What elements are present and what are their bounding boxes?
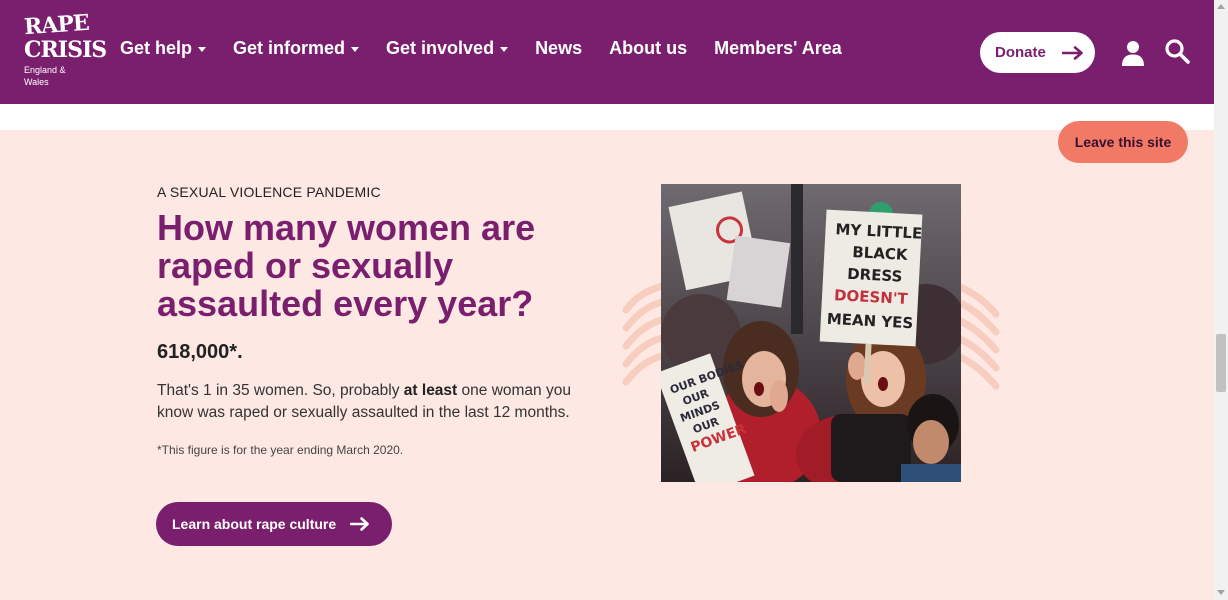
- search-icon[interactable]: [1164, 38, 1190, 64]
- nav-label: Get informed: [233, 38, 346, 58]
- donate-label: Donate: [995, 44, 1046, 61]
- arrow-right-icon: [1061, 45, 1083, 60]
- nav-label: Get involved: [386, 38, 495, 58]
- eyebrow-text: A SEXUAL VIOLENCE PANDEMIC: [157, 184, 381, 200]
- paragraph-text: That's 1 in 35 women. So, probably: [157, 382, 404, 399]
- nav-item-members-area[interactable]: Members' Area: [714, 38, 842, 59]
- nav-item-about-us[interactable]: About us: [609, 38, 687, 59]
- header-spacer: [0, 104, 1214, 130]
- logo-subtitle: England & Wales: [24, 65, 66, 87]
- chevron-down-icon: [500, 47, 509, 52]
- chevron-down-icon: [351, 47, 360, 52]
- arrow-right-icon: [350, 517, 369, 531]
- nav-label: Members' Area: [714, 38, 842, 58]
- nav-item-get-involved[interactable]: Get involved: [386, 38, 509, 59]
- protest-photo-illustration: OUR BODIES OUR MINDS OUR POWER MY LITTLE…: [661, 184, 961, 482]
- page-scrollbar[interactable]: [1214, 0, 1228, 600]
- logo-line-1: RAPE: [23, 9, 90, 41]
- scrollbar-thumb[interactable]: [1216, 334, 1226, 392]
- paragraph-bold: at least: [403, 382, 458, 399]
- scroll-down-arrow-icon[interactable]: [1217, 590, 1225, 595]
- user-account-icon[interactable]: [1121, 40, 1145, 66]
- statistic-value: 618,000*.: [157, 341, 243, 363]
- scroll-up-arrow-icon[interactable]: [1217, 4, 1225, 9]
- nav-label: About us: [609, 38, 688, 58]
- footnote: *This figure is for the year ending Marc…: [157, 443, 404, 457]
- nav-item-get-help[interactable]: Get help: [120, 38, 207, 59]
- nav-item-news[interactable]: News: [535, 38, 582, 59]
- chevron-down-icon: [198, 47, 207, 52]
- logo-line-2: CRISIS: [24, 37, 107, 63]
- cta-label: Learn about rape culture: [172, 516, 337, 532]
- sign-main-text-3: DRESS: [847, 265, 903, 286]
- leave-site-button[interactable]: Leave this site: [1058, 121, 1188, 163]
- site-header: RAPE CRISIS England & Wales Get help Get…: [0, 0, 1214, 104]
- nav-label: Get help: [120, 38, 193, 58]
- hero-paragraph: That's 1 in 35 women. So, probably at le…: [157, 380, 587, 424]
- protest-photo: OUR BODIES OUR MINDS OUR POWER MY LITTLE…: [661, 184, 961, 482]
- sign-main-text-2: BLACK: [852, 243, 909, 264]
- nav-label: News: [535, 38, 583, 58]
- hero-headline: How many women are raped or sexually ass…: [157, 207, 536, 324]
- learn-rape-culture-button[interactable]: Learn about rape culture: [156, 502, 392, 546]
- nav-item-get-informed[interactable]: Get informed: [233, 38, 360, 59]
- donate-button[interactable]: Donate: [980, 32, 1095, 73]
- main-nav: Get help Get informed Get involved News …: [120, 38, 842, 59]
- rape-crisis-logo[interactable]: RAPE CRISIS England & Wales: [23, 9, 107, 88]
